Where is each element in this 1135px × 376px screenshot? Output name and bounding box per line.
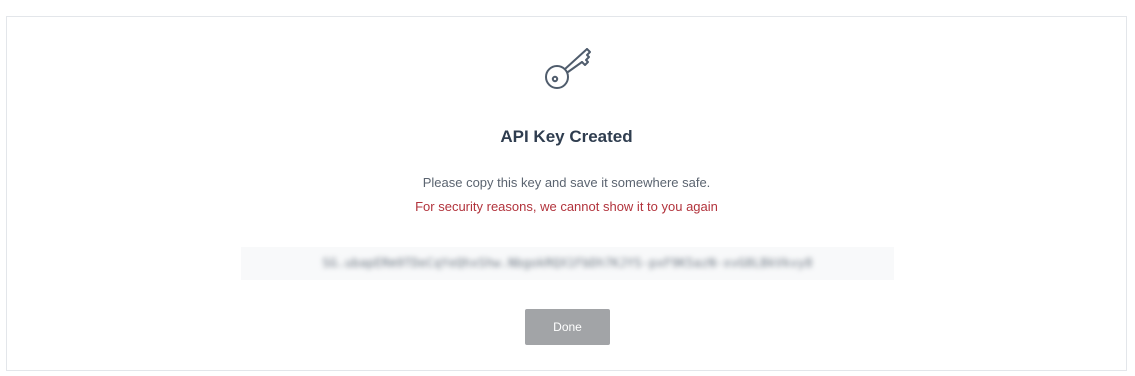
security-warning-text: For security reasons, we cannot show it … [415,199,718,214]
api-key-value[interactable]: SG.ubapERm9TDeCqYeQhxShw.NbgokRQX1FbDh7K… [241,247,894,280]
copy-instruction-text: Please copy this key and save it somewhe… [422,175,711,190]
key-icon [543,43,597,93]
done-button[interactable]: Done [525,309,610,345]
dialog-title: API Key Created [500,127,633,146]
api-key-created-panel: API Key Created Please copy this key and… [6,16,1127,371]
api-key-display[interactable]: SG.ubapERm9TDeCqYeQhxShw.NbgokRQX1FbDh7K… [241,247,894,280]
